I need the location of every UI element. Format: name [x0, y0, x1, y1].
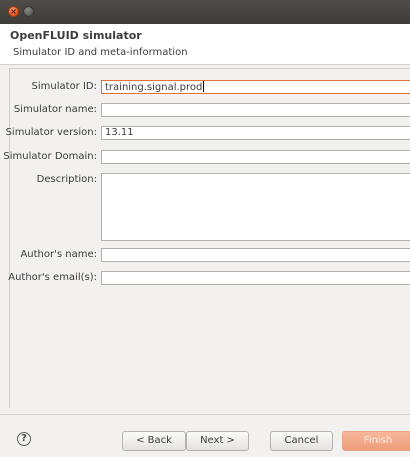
close-x-glyph: [11, 9, 16, 14]
page-title: OpenFLUID simulator: [10, 29, 142, 42]
minimize-icon[interactable]: [23, 6, 34, 17]
close-icon[interactable]: [8, 6, 19, 17]
simulator-id-label: Simulator ID:: [31, 81, 97, 92]
simulator-domain-label: Simulator Domain:: [3, 151, 97, 162]
simulator-id-input[interactable]: training.signal.prod: [101, 80, 410, 94]
text-caret: [203, 81, 205, 92]
cancel-button[interactable]: Cancel: [270, 431, 333, 451]
content-border-left: [9, 68, 10, 408]
author-name-label: Author's name:: [20, 249, 97, 260]
description-textarea[interactable]: [101, 173, 410, 241]
simulator-name-label: Simulator name:: [13, 104, 97, 115]
wizard-window: OpenFLUID simulator Simulator ID and met…: [0, 0, 410, 457]
description-label: Description:: [36, 174, 97, 185]
wizard-header: OpenFLUID simulator Simulator ID and met…: [0, 24, 410, 64]
simulator-version-label: Simulator version:: [5, 127, 97, 138]
simulator-domain-input[interactable]: [101, 150, 410, 164]
simulator-version-input[interactable]: 13.11: [101, 126, 410, 140]
simulator-id-value: training.signal.prod: [105, 82, 203, 93]
help-icon[interactable]: ?: [17, 432, 31, 446]
simulator-name-input[interactable]: [101, 103, 410, 117]
next-button[interactable]: Next >: [186, 431, 249, 451]
title-bar: [0, 0, 410, 24]
simulator-version-value: 13.11: [105, 127, 134, 138]
help-symbol: ?: [21, 433, 27, 444]
header-divider: [0, 64, 410, 65]
finish-button[interactable]: Finish: [342, 431, 410, 451]
author-name-input[interactable]: [101, 248, 410, 262]
author-email-label: Author's email(s):: [8, 272, 97, 283]
content-border-top: [9, 68, 410, 69]
page-subtitle: Simulator ID and meta-information: [13, 47, 188, 58]
back-button[interactable]: < Back: [122, 431, 186, 451]
author-email-input[interactable]: [101, 271, 410, 285]
footer-divider: [0, 414, 410, 415]
